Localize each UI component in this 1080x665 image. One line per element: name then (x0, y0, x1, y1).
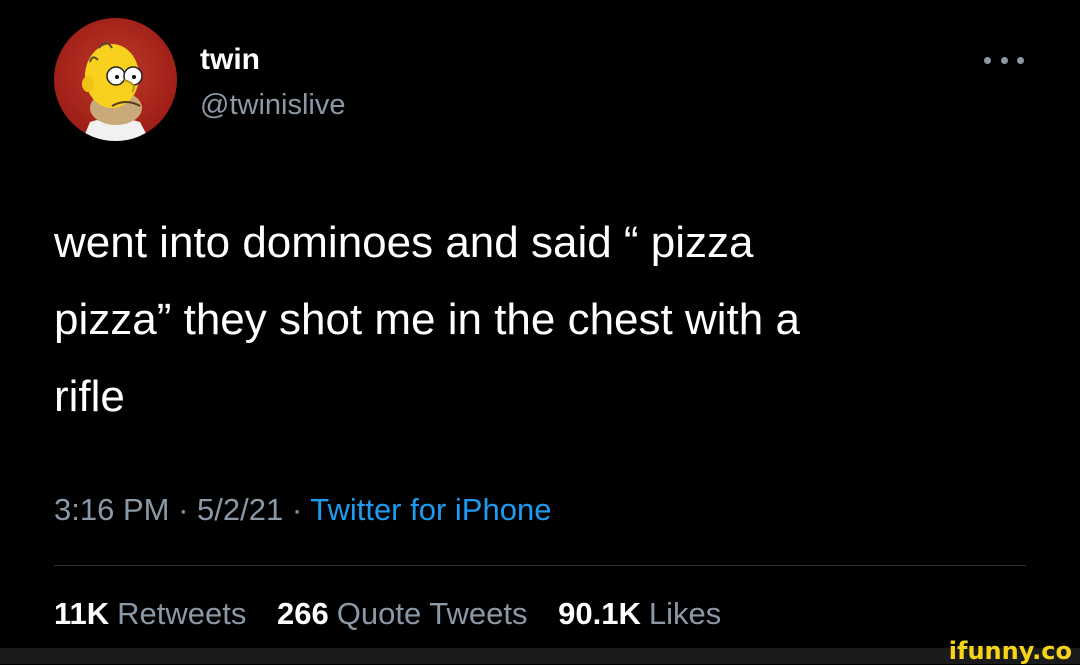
likes-stat[interactable]: 90.1K Likes (558, 594, 721, 634)
display-name[interactable]: twin (200, 42, 260, 78)
more-dots-icon (1000, 56, 1008, 64)
tweet-text: went into dominoes and said “ pizza pizz… (54, 204, 1014, 435)
likes-label: Likes (648, 596, 722, 631)
watermark: ifunny.co (948, 637, 1072, 665)
meta-separator: · (169, 492, 198, 527)
more-dots-icon (1017, 56, 1024, 64)
quote-tweets-label: Quote Tweets (336, 596, 528, 631)
retweets-label: Retweets (117, 596, 247, 631)
likes-count: 90.1K (558, 596, 641, 631)
avatar-image (82, 42, 150, 141)
user-handle[interactable]: @twinislive (200, 87, 345, 123)
retweets-stat[interactable]: 11K Retweets (54, 594, 246, 634)
retweets-count: 11K (54, 596, 110, 631)
divider (54, 565, 1026, 566)
tweet-time[interactable]: 3:16 PM (54, 492, 169, 527)
watermark-bar (0, 648, 1080, 664)
tweet-source-link[interactable]: Twitter for iPhone (310, 492, 551, 527)
tweet-text-line: went into dominoes and said “ pizza (54, 218, 754, 267)
tweet-stats: 11K Retweets 266 Quote Tweets 90.1K Likes (54, 594, 743, 634)
quote-tweets-stat[interactable]: 266 Quote Tweets (277, 594, 527, 634)
meta-separator: · (283, 492, 311, 527)
tweet-meta: 3:16 PM · 5/2/21 · Twitter for iPhone (54, 490, 551, 530)
tweet-text-line: pizza” they shot me in the chest with a (54, 295, 800, 344)
quote-tweets-count: 266 (277, 596, 329, 631)
avatar[interactable] (54, 18, 177, 141)
tweet-date[interactable]: 5/2/21 (197, 492, 283, 527)
tweet-text-line: rifle (54, 372, 125, 421)
more-dots-icon (984, 56, 991, 64)
more-button[interactable] (984, 48, 1024, 72)
